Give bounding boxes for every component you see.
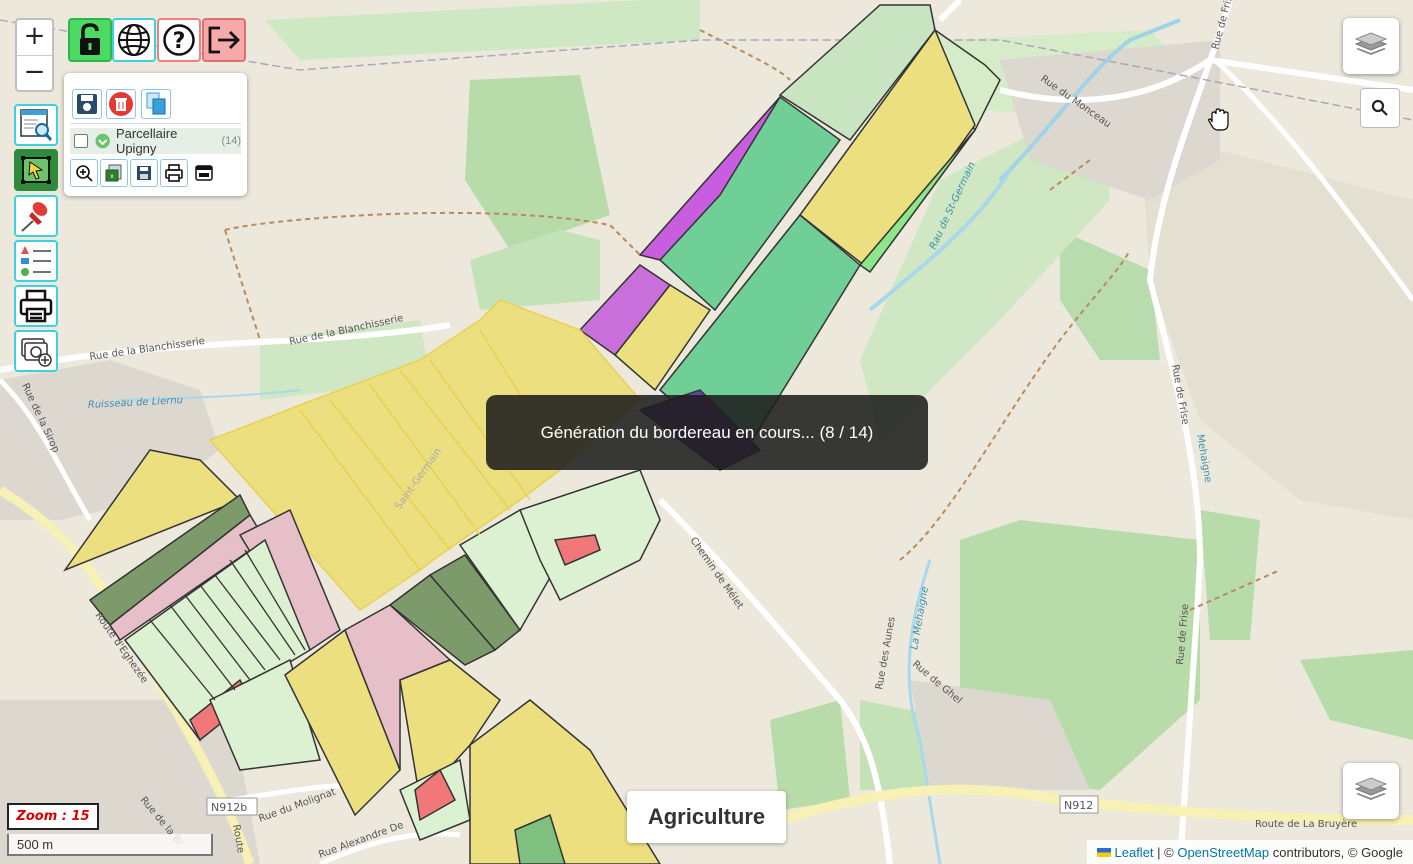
road-shield-label: N912b	[211, 801, 247, 814]
copy-icon	[146, 92, 166, 115]
attribution-rest: contributors, © Google	[1269, 844, 1403, 860]
map-label: Route de La Bruyère	[1255, 818, 1357, 830]
zoom-level-label: Zoom : 15	[7, 803, 99, 830]
attribution: Leaflet | © OpenStreetMap contributors, …	[1086, 840, 1413, 864]
wood-area	[1200, 510, 1260, 640]
select-area-icon	[21, 156, 51, 184]
zoom-level-text: Zoom : 15	[16, 809, 90, 824]
attribution-sep: | ©	[1153, 844, 1178, 860]
layers-icon	[1354, 32, 1388, 55]
logout-icon	[208, 26, 240, 54]
print-small-icon	[165, 164, 183, 182]
zoom-to-layer-button[interactable]	[70, 159, 98, 187]
layer-count: (14)	[221, 135, 241, 147]
scale-bar: 500 m	[7, 834, 213, 856]
layers-icon	[1354, 777, 1388, 800]
map-search-button-right[interactable]	[1360, 88, 1400, 128]
screen-button[interactable]	[190, 159, 218, 187]
photo-add-button[interactable]	[14, 330, 58, 372]
unlock-icon	[80, 23, 100, 55]
logout-button[interactable]	[202, 18, 246, 62]
save-icon	[77, 94, 97, 114]
photo-add-icon	[21, 338, 52, 367]
layer-row[interactable]: Parcellaire Upigny (14)	[70, 126, 241, 156]
lock-button[interactable]	[68, 18, 112, 62]
print-button[interactable]	[14, 285, 58, 327]
legend-button[interactable]	[14, 240, 58, 282]
delete-icon	[109, 92, 133, 116]
road-shield-label: N912	[1064, 799, 1093, 812]
save-button[interactable]	[72, 89, 102, 119]
layer-checkbox[interactable]	[74, 134, 88, 148]
help-button[interactable]: ?	[157, 18, 201, 62]
progress-toast: Génération du bordereau en cours... (8 /…	[486, 395, 928, 470]
map-search-button[interactable]	[14, 104, 58, 146]
layer-panel: Parcellaire Upigny (14) x	[64, 73, 247, 196]
pin-button[interactable]	[14, 195, 58, 237]
pin-icon	[21, 202, 48, 232]
save-small-button[interactable]	[130, 159, 158, 187]
svg-text:x: x	[110, 173, 114, 180]
save-small-icon	[137, 166, 151, 180]
layer-status-icon	[95, 133, 110, 149]
zoom-in-button[interactable]: +	[17, 20, 52, 56]
screen-icon	[195, 165, 213, 181]
base-layer-button[interactable]: Agriculture	[627, 791, 786, 843]
progress-toast-text: Génération du bordereau en cours... (8 /…	[540, 422, 874, 442]
svg-text:?: ?	[173, 29, 186, 54]
print-small-button[interactable]	[160, 159, 188, 187]
globe-icon	[118, 24, 150, 56]
delete-button[interactable]	[106, 89, 136, 119]
export-button[interactable]: x	[100, 159, 128, 187]
select-area-button[interactable]	[14, 149, 58, 191]
map-search-icon	[20, 109, 53, 141]
search-icon	[1371, 99, 1388, 116]
print-icon	[19, 289, 53, 323]
export-icon: x	[105, 164, 122, 182]
base-layer-label: Agriculture	[647, 804, 766, 829]
flag-icon	[1096, 847, 1111, 857]
help-icon: ?	[163, 24, 195, 56]
leaflet-link[interactable]: Leaflet	[1115, 845, 1154, 860]
scale-text: 500 m	[17, 837, 54, 852]
layers-button-bottom[interactable]	[1343, 763, 1399, 819]
layer-name: Parcellaire Upigny	[115, 126, 178, 156]
globe-button[interactable]	[112, 18, 156, 62]
layers-button-top[interactable]	[1343, 18, 1399, 74]
copy-button[interactable]	[141, 89, 171, 119]
legend-icon	[21, 246, 51, 276]
zoom-to-layer-icon	[76, 165, 93, 182]
zoom-out-button[interactable]: −	[17, 56, 52, 91]
osm-link[interactable]: OpenStreetMap	[1177, 845, 1269, 860]
zoom-control: + −	[15, 18, 54, 92]
